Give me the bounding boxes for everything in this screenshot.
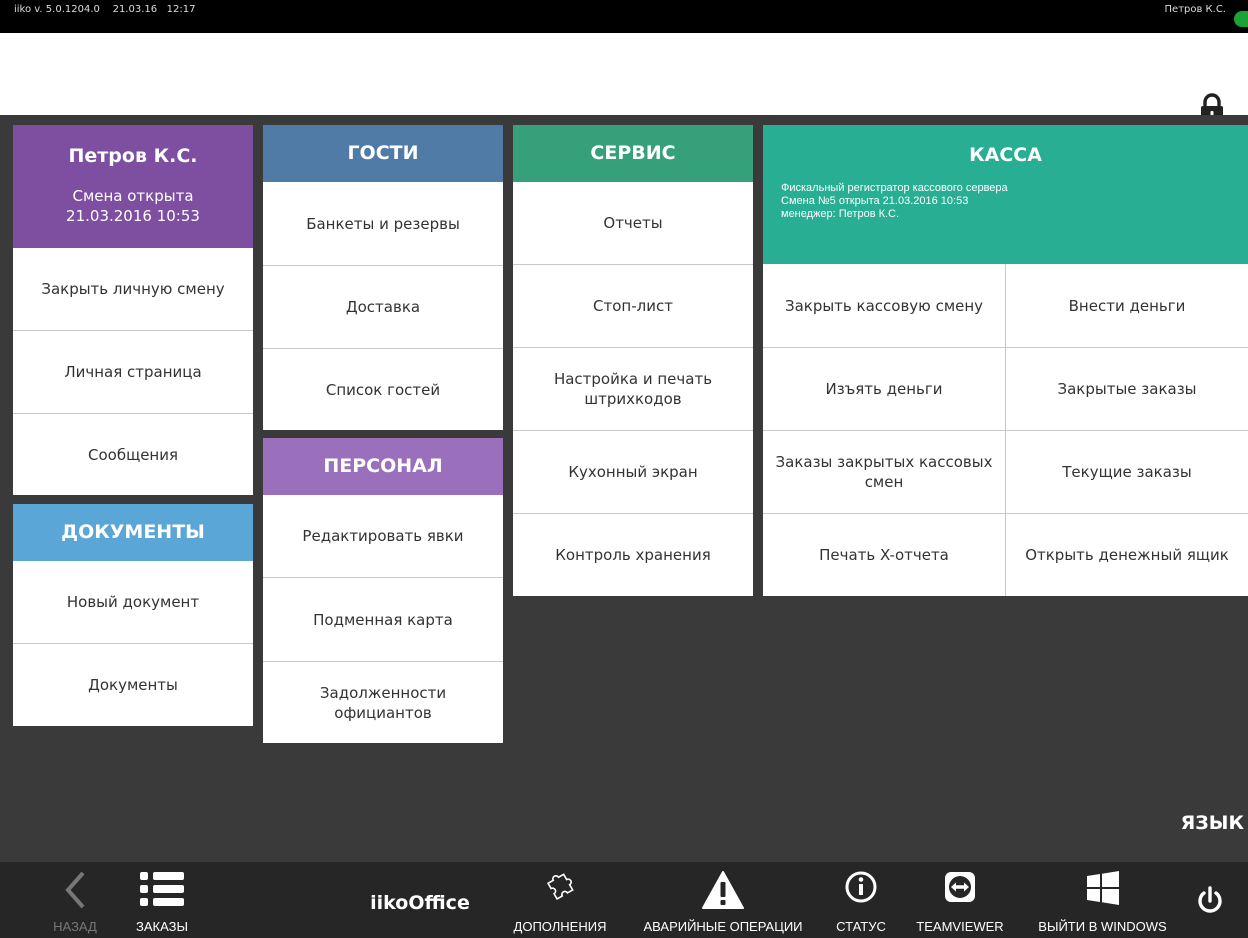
kitchen-screen-button[interactable]: Кухонный экран — [513, 430, 753, 513]
new-document-button[interactable]: Новый документ — [13, 561, 253, 643]
user-panel: Петров К.С. Смена открыта 21.03.2016 10:… — [13, 125, 253, 495]
closed-orders-button[interactable]: Закрытые заказы — [1006, 347, 1248, 430]
status-bar: iiko v. 5.0.1204.0 21.03.16 12:17 Петров… — [0, 0, 1248, 33]
orders-button[interactable]: ЗАКАЗЫ — [122, 862, 202, 938]
teamviewer-button[interactable]: TEAMVIEWER — [910, 862, 1010, 938]
guest-list-button[interactable]: Список гостей — [263, 348, 503, 430]
withdraw-money-button[interactable]: Изъять деньги — [763, 347, 1006, 430]
puzzle-icon — [546, 873, 574, 901]
closed-shifts-orders-button[interactable]: Заказы закрытых кассовых смен — [763, 430, 1006, 513]
staff-header: ПЕРСОНАЛ — [263, 438, 503, 495]
user-name: Петров К.С. — [68, 145, 198, 167]
addons-label: ДОПОЛНЕНИЯ — [513, 919, 607, 934]
documents-button[interactable]: Документы — [13, 643, 253, 726]
close-personal-shift-button[interactable]: Закрыть личную смену — [13, 248, 253, 330]
personal-page-button[interactable]: Личная страница — [13, 330, 253, 413]
iikooffice-label: iikoOffice — [370, 892, 470, 914]
guests-panel: ГОСТИ Банкеты и резервы Доставка Список … — [263, 125, 503, 430]
user-indicator: Петров К.С. — [1165, 4, 1226, 15]
teamviewer-icon — [945, 872, 975, 902]
print-x-report-button[interactable]: Печать X-отчета — [763, 513, 1006, 596]
banquets-reservations-button[interactable]: Банкеты и резервы — [263, 182, 503, 265]
guests-header: ГОСТИ — [263, 125, 503, 182]
status-label: СТАТУС — [836, 919, 886, 934]
exit-windows-label: ВЫЙТИ В WINDOWS — [1038, 919, 1167, 934]
emergency-operations-label: АВАРИЙНЫЕ ОПЕРАЦИИ — [643, 919, 803, 934]
time-label: 12:17 — [166, 4, 196, 15]
staff-panel: ПЕРСОНАЛ Редактировать явки Подменная ка… — [263, 438, 503, 743]
power-button[interactable] — [1190, 862, 1230, 938]
fiscal-register-label: Фискальный регистратор кассового сервера — [781, 182, 1008, 194]
list-icon — [140, 872, 184, 906]
warning-icon — [702, 871, 744, 909]
stop-list-button[interactable]: Стоп-лист — [513, 264, 753, 347]
back-label: НАЗАД — [53, 919, 97, 934]
close-cash-shift-button[interactable]: Закрыть кассовую смену — [763, 264, 1006, 347]
barcode-settings-button[interactable]: Настройка и печать штрихкодов — [513, 347, 753, 430]
edit-attendance-button[interactable]: Редактировать явки — [263, 495, 503, 577]
chevron-left-icon — [65, 871, 85, 909]
power-icon — [1198, 886, 1222, 913]
connection-status-indicator — [1234, 11, 1248, 27]
storage-control-button[interactable]: Контроль хранения — [513, 513, 753, 596]
windows-icon — [1086, 871, 1119, 905]
orders-label: ЗАКАЗЫ — [136, 919, 188, 934]
service-panel: СЕРВИС Отчеты Стоп-лист Настройка и печа… — [513, 125, 753, 596]
teamviewer-label: TEAMVIEWER — [916, 919, 1004, 934]
kassa-header: КАССА Фискальный регистратор кассового с… — [763, 125, 1248, 264]
user-panel-header: Петров К.С. Смена открыта 21.03.2016 10:… — [13, 125, 253, 248]
main-menu: Петров К.С. Смена открыта 21.03.2016 10:… — [0, 115, 1248, 862]
kassa-panel: КАССА Фискальный регистратор кассового с… — [763, 125, 1248, 596]
deposit-money-button[interactable]: Внести деньги — [1006, 264, 1248, 347]
kassa-info: Фискальный регистратор кассового сервера… — [781, 182, 1008, 221]
back-button[interactable]: НАЗАД — [40, 862, 110, 938]
header — [0, 33, 1248, 122]
current-orders-button[interactable]: Текущие заказы — [1006, 430, 1248, 513]
date-label: 21.03.16 — [112, 4, 158, 15]
language-button[interactable]: ЯЗЫК — [1181, 812, 1244, 834]
exit-windows-button[interactable]: ВЫЙТИ В WINDOWS — [1025, 862, 1180, 938]
version-label: iiko v. 5.0.1204.0 — [14, 4, 100, 15]
delivery-button[interactable]: Доставка — [263, 265, 503, 348]
waiter-debts-button[interactable]: Задолженности официантов — [263, 661, 503, 743]
messages-button[interactable]: Сообщения — [13, 413, 253, 495]
iikooffice-button[interactable]: iikoOffice — [355, 862, 485, 938]
documents-panel: ДОКУМЕНТЫ Новый документ Документы — [13, 504, 253, 726]
addons-button[interactable]: ДОПОЛНЕНИЯ — [505, 862, 615, 938]
open-cash-drawer-button[interactable]: Открыть денежный ящик — [1006, 513, 1248, 596]
info-icon — [845, 871, 877, 903]
shift-datetime: 21.03.2016 10:53 — [66, 207, 200, 225]
manager-label: менеджер: Петров К.С. — [781, 208, 900, 220]
kassa-title: КАССА — [969, 144, 1042, 166]
documents-header: ДОКУМЕНТЫ — [13, 504, 253, 561]
shift-status: Смена открыта — [72, 187, 194, 205]
cash-shift-label: Смена №5 открыта 21.03.2016 10:53 — [781, 195, 969, 207]
version-info: iiko v. 5.0.1204.0 21.03.16 12:17 — [14, 4, 195, 15]
current-user-label: Петров К.С. — [1164, 4, 1226, 15]
bottom-toolbar: НАЗАД ЗАКАЗЫ iikoOffice ДОПОЛНЕНИЯ АВАРИ… — [0, 862, 1248, 938]
emergency-operations-button[interactable]: АВАРИЙНЫЕ ОПЕРАЦИИ — [633, 862, 813, 938]
status-button[interactable]: СТАТУС — [826, 862, 896, 938]
reports-button[interactable]: Отчеты — [513, 182, 753, 264]
service-header: СЕРВИС — [513, 125, 753, 182]
substitute-card-button[interactable]: Подменная карта — [263, 577, 503, 661]
